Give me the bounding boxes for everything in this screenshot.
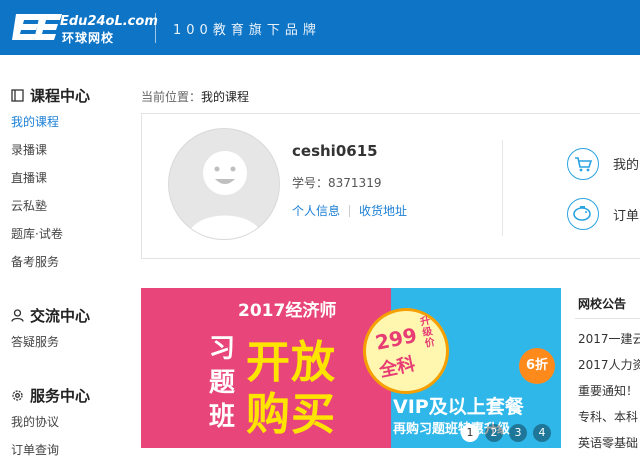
- badge-note: 升级价: [419, 315, 436, 350]
- sidebar-group-title: 交流中心: [30, 307, 91, 325]
- carousel-dot[interactable]: 3: [509, 424, 527, 442]
- notice-title: 网校公告: [578, 297, 627, 311]
- sidebar-item-qa-service[interactable]: 答疑服务: [11, 333, 59, 350]
- sidebar-item-agreement[interactable]: 我的协议: [11, 413, 59, 430]
- badge-price: 299: [373, 322, 420, 355]
- top-header: Edu24oL.com 环球网校 100教育旗下品牌: [0, 0, 640, 55]
- promo-banner[interactable]: 2017经济师 习 题 班 开放 购买 299 全科 升级价 6折 VIP及以上…: [141, 288, 561, 448]
- sidebar-group-service: 服务中心: [11, 385, 90, 406]
- shipping-address-link[interactable]: 收货地址: [359, 202, 407, 219]
- profile-links: 个人信息 收货地址: [292, 202, 407, 219]
- breadcrumb-prefix: 当前位置：: [141, 90, 202, 104]
- discount-badge: 6折: [519, 348, 555, 384]
- carousel-dots: 1 2 3 4: [461, 424, 551, 442]
- header-tagline: 100教育旗下品牌: [173, 23, 321, 38]
- link-separator: [349, 204, 351, 217]
- carousel-dot[interactable]: 4: [533, 424, 551, 442]
- sidebar-group-title: 服务中心: [30, 387, 91, 405]
- notice-divider: [575, 318, 640, 319]
- banner-title: 2017经济师: [238, 301, 337, 321]
- user-icon: [11, 309, 24, 322]
- banner-headline-2: 购买: [246, 389, 336, 440]
- quick-link-orders[interactable]: 订单: [613, 205, 639, 224]
- notice-item[interactable]: 2017人力资: [578, 356, 640, 373]
- sidebar-group-course: 课程中心: [11, 85, 90, 106]
- student-number-label: 学号：: [292, 176, 329, 190]
- piggy-bank-icon[interactable]: [567, 198, 599, 230]
- sidebar-group-title: 课程中心: [30, 87, 91, 105]
- logo-icon[interactable]: [12, 12, 62, 42]
- notice-item[interactable]: 重要通知！: [578, 382, 640, 399]
- quick-link-my[interactable]: 我的: [613, 154, 639, 173]
- header-divider: [155, 13, 156, 43]
- sidebar-item-live[interactable]: 直播课: [11, 169, 47, 186]
- personal-info-link[interactable]: 个人信息: [292, 202, 340, 219]
- default-avatar-icon: [187, 151, 263, 239]
- sidebar-item-exam-service[interactable]: 备考服务: [11, 253, 59, 270]
- notice-item[interactable]: 专科、本科: [578, 408, 640, 425]
- profile-card: ceshi0615 学号：8371319 个人信息 收货地址 我的 订单: [141, 113, 640, 259]
- badge-subject: 全科: [377, 353, 418, 382]
- avatar[interactable]: [168, 128, 280, 240]
- sidebar-item-my-courses[interactable]: 我的课程: [11, 113, 59, 130]
- notice-item[interactable]: 2017一建云: [578, 330, 640, 347]
- breadcrumb-current: 我的课程: [201, 90, 250, 104]
- username: ceshi0615: [292, 142, 378, 160]
- sidebar-group-exchange: 交流中心: [11, 305, 90, 326]
- logo-brand-text: 环球网校: [62, 31, 115, 45]
- sidebar-item-orders[interactable]: 订单查询: [11, 441, 59, 458]
- banner-side-char: 题: [209, 368, 236, 398]
- logo-domain-text: Edu24oL.com: [60, 14, 158, 29]
- sidebar: 课程中心 我的课程 录播课 直播课 云私塾 题库·试卷 备考服务 交流中心 答疑…: [0, 55, 130, 458]
- breadcrumb: 当前位置：我的课程: [141, 88, 249, 105]
- gear-icon: [12, 390, 23, 401]
- student-number: 学号：8371319: [292, 174, 381, 191]
- notice-item[interactable]: 英语零基础: [578, 434, 640, 451]
- cart-icon[interactable]: [567, 148, 599, 180]
- banner-vip-line: VIP及以上套餐: [393, 396, 524, 418]
- carousel-dot[interactable]: 2: [485, 424, 503, 442]
- banner-side-char: 习: [209, 334, 236, 364]
- sidebar-item-question-bank[interactable]: 题库·试卷: [11, 225, 63, 242]
- sidebar-item-recorded[interactable]: 录播课: [11, 141, 47, 158]
- card-divider: [502, 140, 503, 236]
- sidebar-item-private[interactable]: 云私塾: [11, 197, 47, 214]
- banner-side-char: 班: [209, 402, 236, 432]
- course-book-icon: [11, 89, 24, 102]
- student-number-value: 8371319: [328, 176, 382, 190]
- carousel-dot[interactable]: 1: [461, 424, 479, 442]
